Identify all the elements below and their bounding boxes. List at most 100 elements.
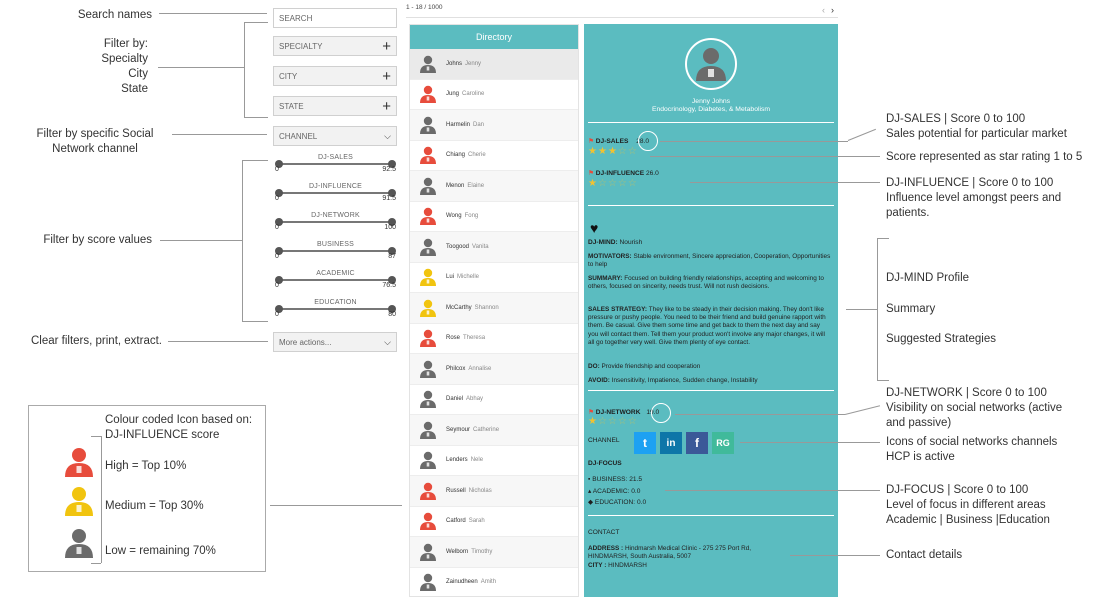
row-last-name: Shannon — [474, 304, 499, 311]
summary-text: SUMMARY: Focused on building friendly re… — [588, 275, 832, 291]
search-input[interactable]: SEARCH — [273, 8, 397, 28]
directory-row[interactable]: Lui Michelle — [410, 262, 578, 293]
business-row: ▪ BUSINESS: 21.5 — [588, 476, 642, 483]
doctor-icon — [418, 206, 438, 226]
channel-select[interactable]: CHANNEL ⌵ — [273, 126, 397, 146]
directory-row[interactable]: Johns Jenny — [410, 49, 578, 80]
academic-label: ACADEMIC: — [592, 488, 630, 495]
strategy-text: SALES STRATEGY: They like to be steady i… — [588, 306, 832, 347]
strategy-label: SALES STRATEGY: — [588, 306, 648, 313]
leader-line — [675, 414, 845, 415]
legend-title-2: DJ-INFLUENCE score — [105, 429, 220, 441]
directory-row[interactable]: Lenders Nele — [410, 445, 578, 476]
doctor-icon — [418, 176, 438, 196]
star-icon: ★ — [607, 146, 618, 157]
row-first-name: Wong — [446, 213, 462, 220]
bracket-line — [242, 160, 243, 322]
education-value: 0.0 — [636, 499, 647, 506]
dj-sales-stars: ★★★☆☆ — [588, 146, 638, 157]
annotation-dj-influence-2: Influence level amongst peers and — [886, 192, 1062, 204]
microscope-icon: ▴ — [588, 488, 592, 495]
row-first-name: Johns — [446, 60, 463, 67]
annotation-contact-details: Contact details — [886, 549, 963, 561]
legend-icon-medium — [64, 486, 94, 521]
row-first-name: Catford — [446, 518, 466, 525]
annotation-filter-score: Filter by score values — [43, 234, 152, 246]
profile-name: Jenny Johns — [691, 98, 731, 105]
directory-row[interactable]: Harmelin Dan — [410, 110, 578, 141]
dj-mind-label: DJ-MIND: — [588, 239, 618, 246]
row-first-name: Russell — [446, 487, 466, 494]
researchgate-icon[interactable]: RG — [712, 432, 734, 454]
prev-page-button[interactable]: ‹ — [822, 5, 825, 15]
channel-label: CHANNEL — [279, 131, 318, 141]
directory-row[interactable]: Rose Theresa — [410, 323, 578, 354]
more-actions-select[interactable]: More actions... ⌵ — [273, 332, 397, 352]
more-actions-label: More actions... — [279, 337, 332, 347]
flag-icon: ⚑ — [588, 409, 594, 416]
state-filter[interactable]: STATE + — [273, 96, 397, 116]
bracket-line — [244, 22, 245, 118]
row-first-name: Lenders — [446, 457, 468, 464]
facebook-icon[interactable]: f — [686, 432, 708, 454]
dj-network-label: DJ-NETWORK — [595, 409, 641, 416]
slider-dj-influence[interactable]: DJ-INFLUENCE 0 91.5 — [275, 183, 396, 205]
row-first-name: Philcox — [446, 365, 466, 372]
dj-network-stars: ★☆☆☆☆ — [588, 416, 638, 427]
row-last-name: Sarah — [468, 518, 485, 525]
directory-row[interactable]: Catford Sarah — [410, 506, 578, 537]
directory-row[interactable]: Daniel Abhay — [410, 384, 578, 415]
leader-line — [790, 555, 880, 556]
bracket-line — [244, 117, 268, 118]
annotation-filter-by: Filter by: — [103, 38, 148, 50]
slider-min-value: 0 — [275, 224, 279, 231]
channel-label: CHANNEL — [588, 437, 620, 444]
legend-icon-high — [64, 447, 94, 482]
slider-dj-sales[interactable]: DJ-SALES 0 92.5 — [275, 154, 396, 176]
education-row: ◆ EDUCATION: 0.0 — [588, 498, 646, 506]
directory-row[interactable]: Seymour Catherine — [410, 415, 578, 446]
slider-track — [278, 163, 393, 165]
row-last-name: Annalise — [468, 365, 492, 372]
twitter-icon[interactable]: t — [634, 432, 656, 454]
directory-row[interactable]: Welborn Timothy — [410, 537, 578, 568]
directory-row[interactable]: Wong Fong — [410, 201, 578, 232]
city-filter[interactable]: CITY + — [273, 66, 397, 86]
specialty-label: SPECIALTY — [279, 41, 323, 51]
specialty-filter[interactable]: SPECIALTY + — [273, 36, 397, 56]
directory-row[interactable]: Menon Elaine — [410, 171, 578, 202]
directory-row[interactable]: McCarthy Shannon — [410, 293, 578, 324]
slider-min-value: 0 — [275, 311, 279, 318]
directory-row[interactable]: Russell Nicholas — [410, 476, 578, 507]
doctor-icon — [418, 511, 438, 531]
avoid-text: AVOID: Insensitivity, Impatience, Sudden… — [588, 377, 832, 385]
slider-academic[interactable]: ACADEMIC 0 76.5 — [275, 270, 396, 292]
profile-panel: Jenny Johns Endocrinology, Diabetes, & M… — [584, 24, 838, 597]
annotation-city: City — [128, 68, 148, 80]
slider-business[interactable]: BUSINESS 0 87 — [275, 241, 396, 263]
row-first-name: Daniel — [446, 396, 464, 403]
slider-dj-network[interactable]: DJ-NETWORK 0 100 — [275, 212, 396, 234]
slider-max-value: 80 — [388, 311, 396, 318]
directory-title: Directory — [410, 25, 578, 49]
directory-row[interactable]: Chiang Cherie — [410, 140, 578, 171]
directory-row[interactable]: Philcox Annalise — [410, 354, 578, 385]
slider-education[interactable]: EDUCATION 0 80 — [275, 299, 396, 321]
directory-row[interactable]: Zainudheen Amith — [410, 567, 578, 596]
next-page-button[interactable]: › — [831, 5, 834, 15]
directory-row[interactable]: Toogood Vanita — [410, 232, 578, 263]
slider-track — [278, 221, 393, 223]
directory-row[interactable]: Jung Caroline — [410, 79, 578, 110]
doctor-icon — [418, 115, 438, 135]
star-icon: ☆ — [607, 178, 618, 189]
annotation-dj-influence-3: patients. — [886, 207, 930, 219]
star-icon: ☆ — [607, 416, 618, 427]
linkedin-icon[interactable]: in — [660, 432, 682, 454]
divider — [588, 515, 834, 516]
leader-line — [740, 442, 880, 443]
leader-line — [168, 341, 268, 342]
education-label: EDUCATION: — [594, 499, 636, 506]
highlight-ring — [651, 403, 671, 423]
business-value: 21.5 — [629, 476, 643, 483]
chevron-down-icon: ⌵ — [384, 130, 391, 141]
